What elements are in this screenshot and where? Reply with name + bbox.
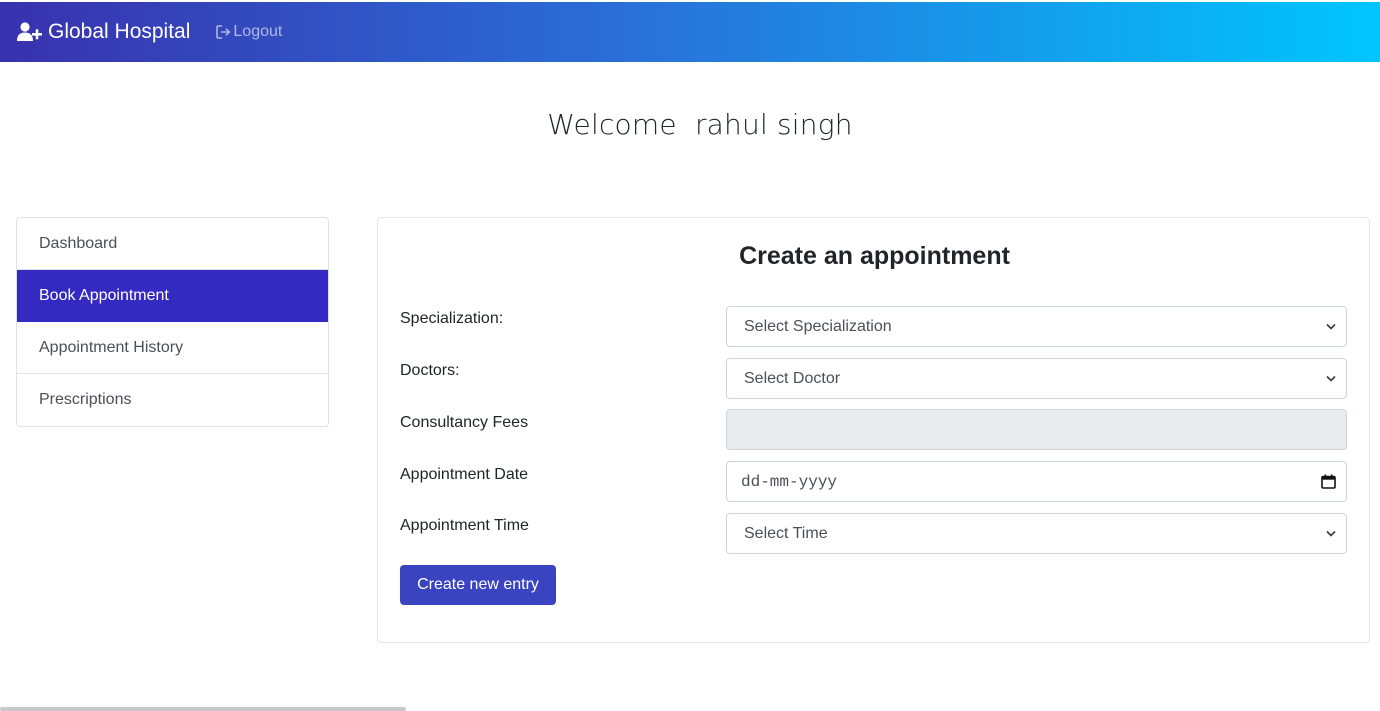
- horizontal-scrollbar[interactable]: [0, 707, 406, 711]
- calendar-icon[interactable]: [1321, 474, 1336, 489]
- time-label: Appointment Time: [400, 517, 529, 534]
- fees-label: Consultancy Fees: [400, 414, 529, 431]
- welcome-heading: Welcome rahul singh: [547, 108, 853, 141]
- specialization-value: Select Specialization: [744, 317, 892, 335]
- user-plus-icon: [17, 22, 42, 41]
- date-input[interactable]: dd-mm-yyyy: [726, 461, 1347, 502]
- chevron-down-icon: [1326, 375, 1336, 382]
- time-select[interactable]: Select Time: [726, 513, 1347, 554]
- logout-link[interactable]: Logout: [216, 23, 282, 41]
- specialization-select[interactable]: Select Specialization: [726, 306, 1347, 347]
- sidebar-item-prescriptions[interactable]: Prescriptions: [17, 374, 328, 426]
- sign-out-icon: [216, 25, 231, 39]
- date-label: Appointment Date: [400, 466, 529, 483]
- sidebar-item-book-appointment[interactable]: Book Appointment: [17, 270, 328, 322]
- doctor-value: Select Doctor: [744, 369, 841, 387]
- sidebar-menu: Dashboard Book Appointment Appointment H…: [16, 217, 329, 427]
- date-placeholder: dd-mm-yyyy: [741, 472, 838, 491]
- sidebar-item-dashboard[interactable]: Dashboard: [17, 218, 328, 270]
- doctor-select[interactable]: Select Doctor: [726, 358, 1347, 399]
- chevron-down-icon: [1326, 323, 1336, 330]
- logout-label: Logout: [233, 23, 283, 40]
- create-entry-button[interactable]: Create new entry: [400, 565, 556, 605]
- brand[interactable]: Global Hospital: [17, 20, 190, 44]
- brand-name: Global Hospital: [48, 20, 191, 43]
- form-title: Create an appointment: [739, 242, 1010, 270]
- time-value: Select Time: [744, 524, 828, 542]
- doctors-label: Doctors:: [400, 362, 460, 379]
- appointment-form-card: Create an appointment Specialization: Se…: [377, 217, 1370, 643]
- sidebar-item-appointment-history[interactable]: Appointment History: [17, 322, 328, 374]
- chevron-down-icon: [1326, 530, 1336, 537]
- fees-field: [726, 409, 1347, 450]
- top-navbar: Global Hospital Logout: [0, 2, 1380, 62]
- specialization-label: Specialization:: [400, 310, 504, 327]
